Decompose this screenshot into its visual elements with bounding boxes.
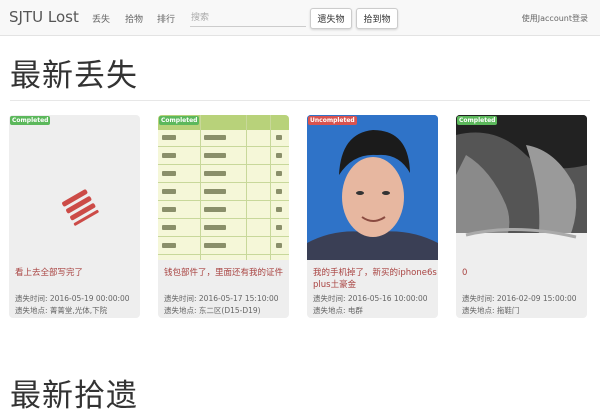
card-image [456, 115, 587, 260]
report-lost-button[interactable]: 遗失物 [310, 8, 352, 29]
search-input[interactable] [190, 9, 306, 27]
card-title[interactable]: 我的手机掉了，新买的iphone6s plus土豪金 [313, 267, 437, 291]
card-title[interactable]: 看上去全部写完了 [15, 267, 139, 279]
nav-found[interactable]: 拾物 [125, 12, 143, 25]
card-lost-time: 遗失时间: 2016-05-16 10:00:00 [313, 294, 428, 303]
status-badge: Completed [457, 116, 498, 125]
card-title[interactable]: 钱包部件了，里面还有我的证件 [164, 267, 288, 279]
lost-section-title: 最新丢失 [10, 58, 138, 94]
report-found-button[interactable]: 拾到物 [356, 8, 398, 29]
card-lost-place: 遗失地点: 菁菁堂,光体,下院 [15, 306, 108, 315]
status-badge: Completed [10, 116, 51, 125]
nav-lost[interactable]: 丢失 [92, 12, 110, 25]
status-badge: Completed [159, 116, 200, 125]
card-lost-time: 遗失时间: 2016-05-19 00:00:00 [15, 294, 130, 303]
lost-card[interactable]: Completed 钱包部件了，里面还有我的证件 遗失时间: 2016-05-1… [158, 115, 289, 318]
card-lost-place: 遗失地点: 拖鞋门 [462, 306, 520, 315]
card-lost-time: 遗失时间: 2016-02-09 15:00:00 [462, 294, 577, 303]
card-lost-place: 遗失地点: 东二区(D15-D19) [164, 306, 261, 315]
nav-ranking[interactable]: 排行 [157, 12, 175, 25]
person-photo-icon [307, 115, 438, 260]
lost-card[interactable]: Completed 看上去全部写完了 遗失时间: 2016-05-19 00:0… [9, 115, 140, 318]
lost-card[interactable]: Uncompleted 我的手机掉了，新买的iphone6s plus土豪金 遗… [307, 115, 438, 318]
card-title[interactable]: 0 [462, 267, 586, 279]
status-badge: Uncompleted [308, 116, 357, 125]
card-image [307, 115, 438, 260]
found-section-title: 最新拾遗 [10, 378, 138, 414]
navbar: SJTU Lost 丢失 拾物 排行 遗失物 拾到物 使用Jaccount登录 [0, 0, 600, 36]
card-lost-place: 遗失地点: 电群 [313, 306, 363, 315]
divider [10, 100, 590, 101]
card-image [158, 115, 289, 260]
card-lost-time: 遗失时间: 2016-05-17 15:10:00 [164, 294, 279, 303]
card-image [9, 115, 140, 260]
photo-icon [456, 115, 587, 260]
lost-card[interactable]: Completed 0 遗失时间: 2016-02-09 15:00:00 遗失… [456, 115, 587, 318]
jaccount-login-link[interactable]: 使用Jaccount登录 [522, 13, 588, 24]
brand-link[interactable]: SJTU Lost [9, 8, 79, 26]
image-placeholder-icon [62, 189, 99, 226]
